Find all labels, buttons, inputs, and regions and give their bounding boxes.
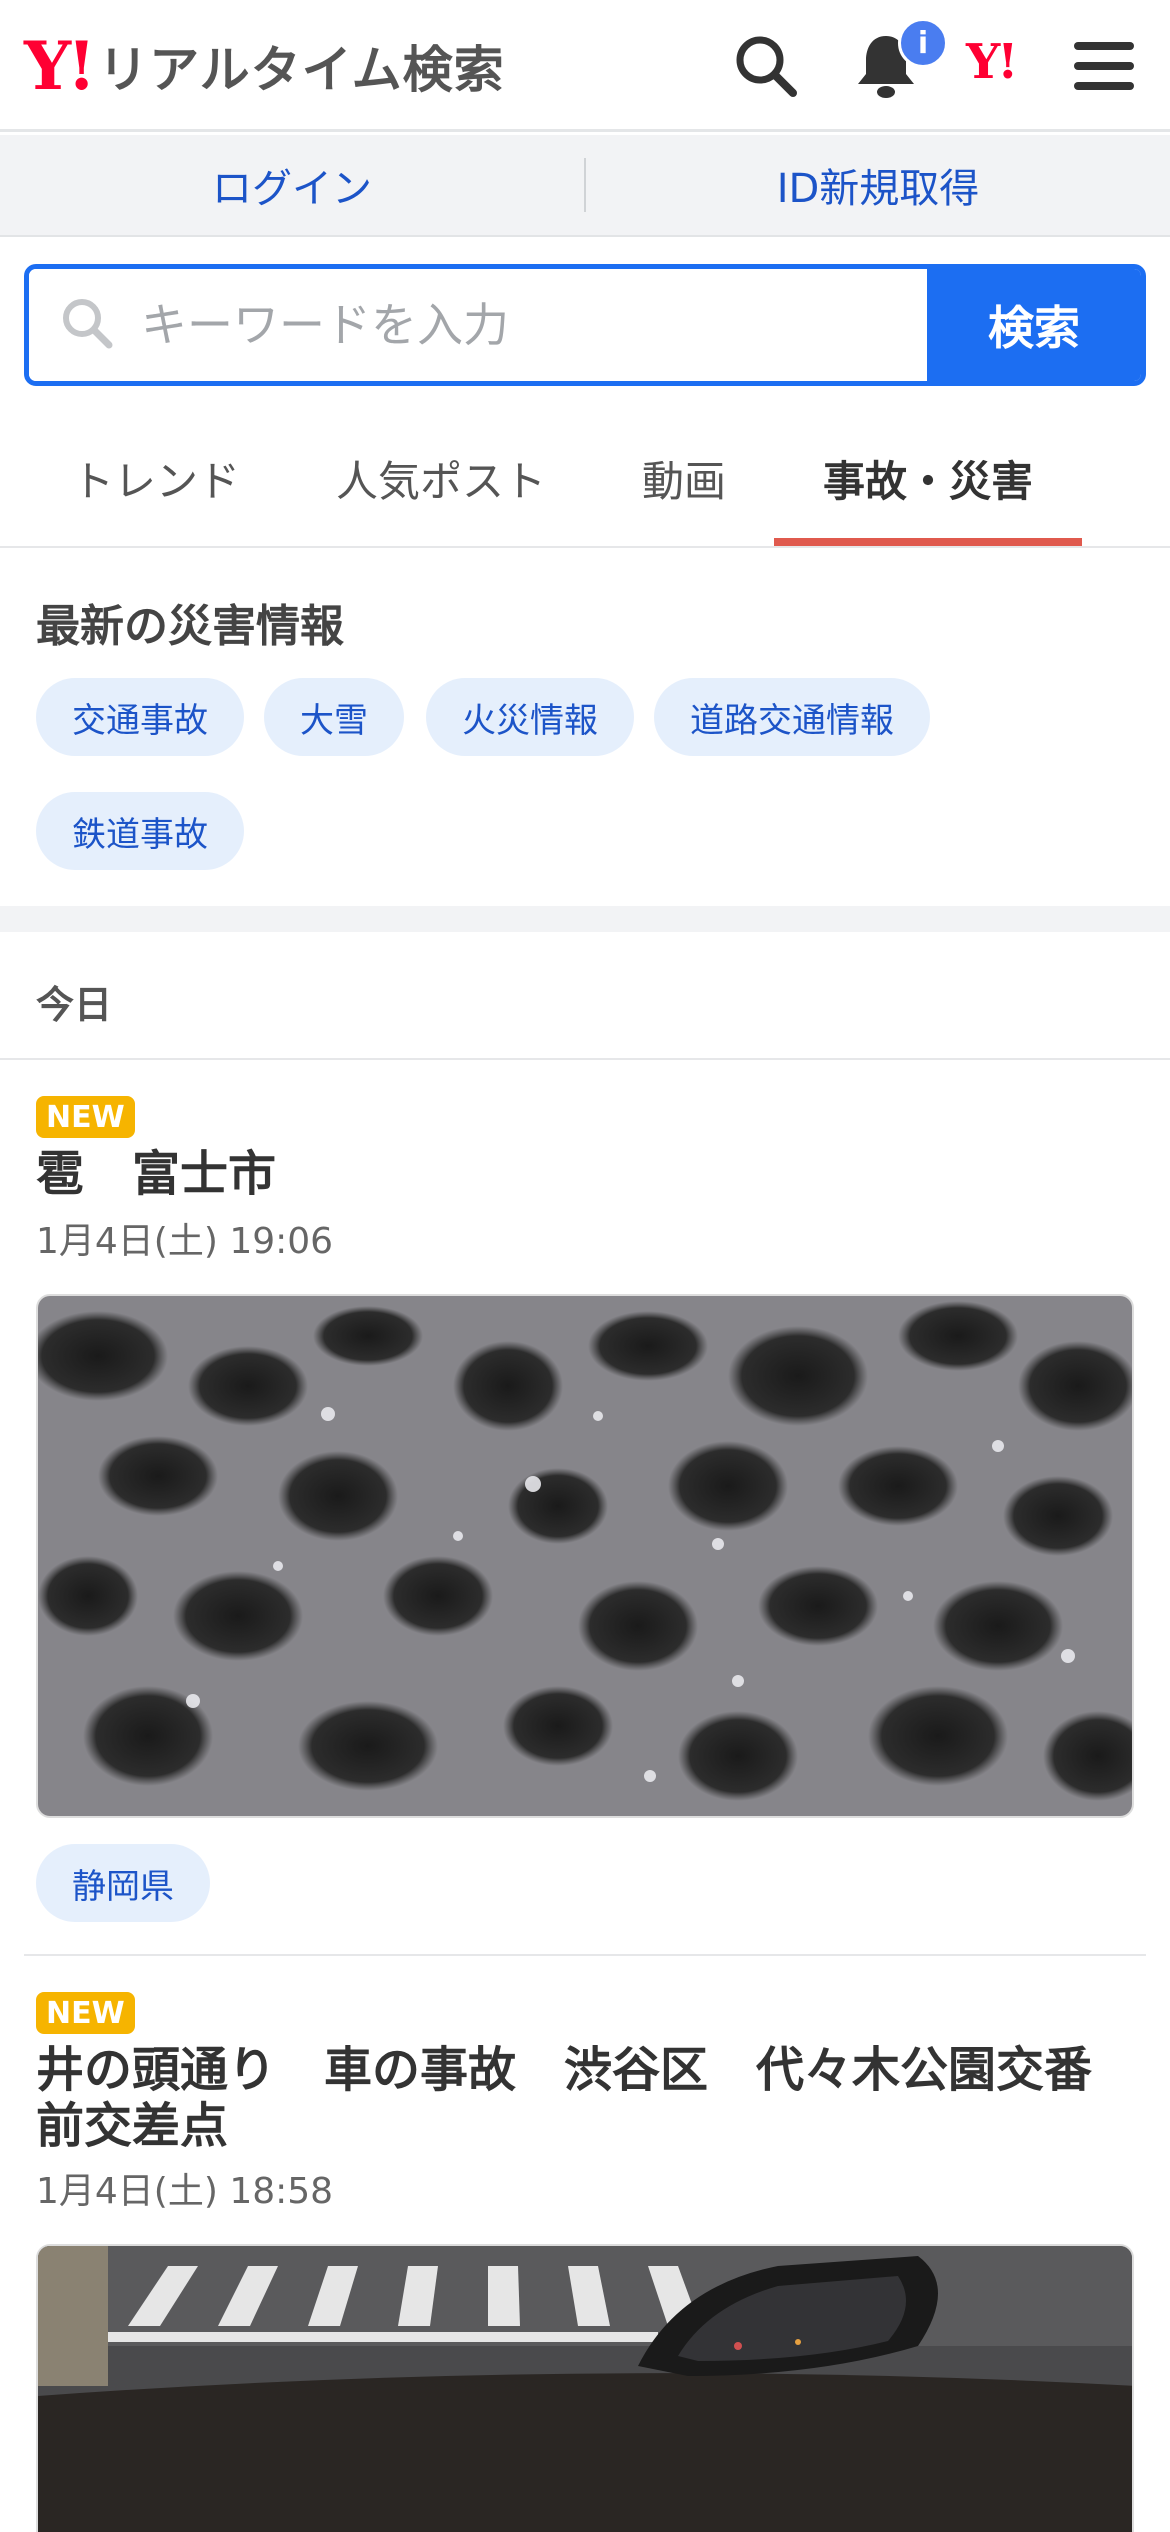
login-link[interactable]: ログイン <box>0 156 584 214</box>
new-badge: NEW <box>36 1096 135 1138</box>
disaster-info-section: 最新の災害情報 交通事故 大雪 火災情報 道路交通情報 鉄道事故 <box>0 550 1170 906</box>
search-field-icon <box>59 295 115 355</box>
chip-traffic-accident[interactable]: 交通事故 <box>36 678 244 756</box>
post-date: 1月4日(土) 18:58 <box>36 2171 334 2212</box>
search-field[interactable] <box>29 269 927 381</box>
app-header: Y! リアルタイム検索 i Y! <box>0 0 1170 132</box>
post-image[interactable] <box>36 1294 1134 1818</box>
search-bar: 検索 <box>24 264 1146 386</box>
site-logo[interactable]: Y! リアルタイム検索 <box>24 26 505 106</box>
search-button[interactable]: 検索 <box>927 269 1141 381</box>
yahoo-logo-mark: Y! <box>24 27 96 105</box>
site-logo-text: リアルタイム検索 <box>98 41 505 99</box>
chip-fire-info[interactable]: 火災情報 <box>426 678 634 756</box>
yahoo-japan-icon[interactable]: Y! <box>966 34 1018 90</box>
register-link[interactable]: ID新規取得 <box>586 156 1170 214</box>
search-icon[interactable] <box>728 28 804 104</box>
tab-video[interactable]: 動画 <box>606 410 762 546</box>
disaster-info-heading: 最新の災害情報 <box>36 601 344 652</box>
tab-trend[interactable]: トレンド <box>36 410 276 546</box>
account-bar: ログイン ID新規取得 <box>0 135 1170 237</box>
chip-heavy-snow[interactable]: 大雪 <box>264 678 404 756</box>
hamburger-menu-icon[interactable] <box>1066 28 1142 104</box>
category-tabs: トレンド 人気ポスト 動画 事故・災害 <box>0 410 1170 548</box>
post-date: 1月4日(土) 19:06 <box>36 1221 334 1262</box>
date-header: 今日 <box>0 932 1170 1060</box>
search-input[interactable] <box>141 298 841 352</box>
chip-railway-accident[interactable]: 鉄道事故 <box>36 792 244 870</box>
hail-photo-icon <box>38 1296 1132 1816</box>
tab-accident-disaster[interactable]: 事故・災害 <box>774 410 1082 546</box>
post-location-tag[interactable]: 静岡県 <box>36 1844 210 1922</box>
post-title[interactable]: 雹 富士市 <box>36 1146 1130 1202</box>
notification-badge: i <box>898 18 948 68</box>
section-spacer <box>0 906 1170 932</box>
new-badge: NEW <box>36 1992 135 2034</box>
tab-popular-posts[interactable]: 人気ポスト <box>316 410 566 546</box>
post-divider <box>24 1954 1146 1956</box>
chip-road-traffic-info[interactable]: 道路交通情報 <box>654 678 930 756</box>
post-title[interactable]: 井の頭通り 車の事故 渋谷区 代々木公園交番前交差点 <box>36 2042 1130 2154</box>
post-image[interactable] <box>36 2244 1134 2532</box>
date-header-label: 今日 <box>36 983 113 1027</box>
road-photo-icon <box>38 2246 1132 2532</box>
